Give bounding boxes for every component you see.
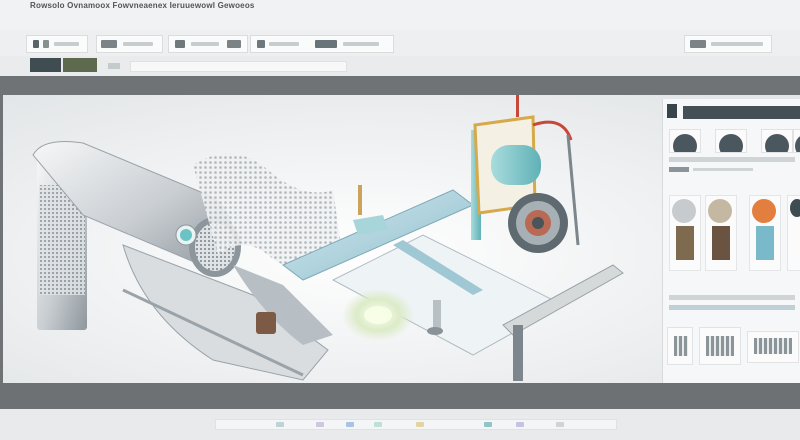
vial-cap-icon [708,199,732,223]
status-bar [0,409,800,440]
tab-2[interactable] [63,58,97,72]
panel-divider [669,157,795,162]
vial-4[interactable] [787,195,800,271]
toolbar-label [269,42,299,46]
swatch-4[interactable] [374,422,382,427]
vial-3[interactable] [749,195,781,271]
swatch-2[interactable] [316,422,324,427]
toolbar [0,30,800,56]
vial-cap-icon [790,199,800,217]
viewport-footer [0,383,800,409]
vial-2[interactable] [705,195,737,271]
toolbar-label [343,42,379,46]
folder-icon [43,40,49,48]
menu-icon[interactable] [108,63,120,69]
swatch-7[interactable] [516,422,524,427]
preview-icon [673,134,697,152]
toolbar-label [191,42,219,46]
toolbar-group-file[interactable] [26,35,88,53]
panel-toggle-icon[interactable] [667,104,677,118]
panel-header [683,106,800,119]
tab-1[interactable] [30,58,61,72]
thumb-4[interactable] [793,129,800,153]
window-title: Rowsolo Ovnamoox Fowvneaenex Ieruuewowl … [30,1,255,10]
vial-cap-icon [752,199,776,223]
grid-icon [674,336,688,356]
toolbar-label [123,42,153,46]
mini-card-3[interactable] [747,331,799,363]
toolbar-group-edit[interactable] [96,35,163,53]
vial-1[interactable] [669,195,701,271]
preview-icon [719,134,743,152]
vial-body [756,226,774,260]
mini-card-2[interactable] [699,327,741,365]
properties-panel [662,99,800,383]
thumb-1[interactable] [669,129,701,153]
title-bar: Rowsolo Ovnamoox Fowvneaenex Ieruuewowl … [0,0,800,31]
tools-icon [257,40,265,48]
toolbar-label [54,42,79,46]
vial-body [712,226,730,260]
panel-divider [669,167,689,172]
edit-icon [101,40,117,48]
toolbar-group-help[interactable] [684,35,772,53]
render-icon [315,40,337,48]
timeline-track[interactable] [215,419,617,430]
viewport-header [0,76,800,95]
vial-cap-icon [672,199,696,223]
toolbar-group-view[interactable] [168,35,248,53]
swatch-1[interactable] [276,422,284,427]
toolbar-group-tools[interactable] [250,35,394,53]
file-icon [33,40,39,48]
swatch-6[interactable] [484,422,492,427]
swatch-5[interactable] [416,422,424,427]
tab-strip [0,56,800,76]
panel-divider [669,305,795,310]
layers-icon [227,40,241,48]
grid-icon [706,336,734,356]
toolbar-label [711,42,763,46]
panel-divider [693,168,753,171]
vial-body [676,226,694,260]
thumb-2[interactable] [715,129,747,153]
help-icon [690,40,706,48]
swatch-3[interactable] [346,422,354,427]
panel-divider [669,295,795,300]
grid-icon [754,338,792,354]
preview-icon [795,134,800,152]
swatch-8[interactable] [556,422,564,427]
mini-card-1[interactable] [667,327,693,365]
thumb-3[interactable] [761,129,793,153]
address-field[interactable] [130,61,347,72]
view-icon [175,40,185,48]
preview-icon [765,134,789,152]
